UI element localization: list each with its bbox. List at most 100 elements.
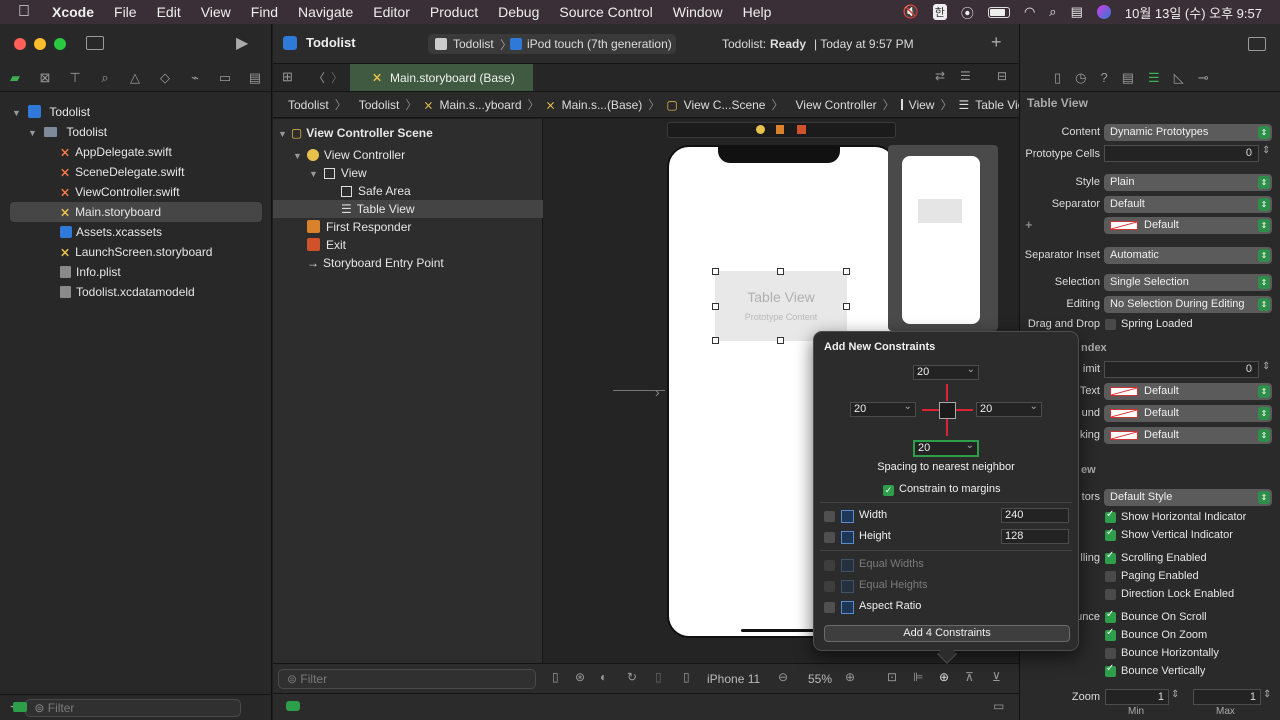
menu-editor[interactable]: Editor [373,4,410,20]
menu-help[interactable]: Help [743,4,772,20]
record-icon[interactable]: ⦿ [961,3,974,22]
inspector-toggle-icon[interactable] [1248,37,1266,51]
folder-icon[interactable]: ▰ [0,70,30,86]
filter-options-icon[interactable]: ⊜ [34,701,44,715]
run-icon[interactable]: ▶ [236,33,248,53]
split-editor-icon[interactable]: ⊟ [997,69,1007,83]
resize-handle[interactable] [712,268,719,275]
menu-debug[interactable]: Debug [498,4,539,20]
aspect-ratio-checkbox[interactable] [824,602,835,613]
navigator-filter-input[interactable]: ⊜ Filter [25,698,242,717]
file-inspector-icon[interactable]: ▯ [1054,70,1061,86]
resize-handle[interactable] [777,268,784,275]
apple-icon[interactable]:  [18,3,30,21]
grid-icon[interactable]: ⊞ [282,69,293,85]
align-icon[interactable]: ⊫ [913,670,923,684]
resize-handle[interactable] [712,303,719,310]
first-responder-icon[interactable] [776,125,784,134]
breadcrumb-item[interactable]: Todolist [359,98,400,112]
outline-scene[interactable]: ▼ ▢ View Controller Scene [273,124,543,142]
phone-icon[interactable]: ▯ [683,670,690,684]
separator-popup[interactable]: Default ⇕ [1104,196,1272,213]
bounce-v-checkbox[interactable] [1105,663,1116,677]
separator-color-popup[interactable]: Default ⇕ [1104,217,1272,234]
file-item[interactable]: Todolist.xcdatamodeld [0,282,272,302]
selection-popup[interactable]: Single Selection ⇕ [1104,274,1272,291]
index-limit-field[interactable]: 0 [1104,361,1259,378]
bounce-h-checkbox[interactable] [1105,648,1116,659]
report-icon[interactable]: ▤ [240,70,270,86]
file-item[interactable]: Info.plist [0,262,272,282]
exit-icon[interactable] [797,125,806,134]
top-spacing-field[interactable]: 20 [913,363,979,380]
menu-window[interactable]: Window [673,4,723,20]
zoom-window-button[interactable] [54,38,66,50]
file-item[interactable]: ⨯ ViewController.swift [0,182,272,202]
zoom-level[interactable]: 55% [808,672,832,686]
layout-icon[interactable]: ▯ [655,670,662,684]
top-pin-strut[interactable] [946,384,948,401]
content-popup[interactable]: Dynamic Prototypes ⇕ [1104,124,1272,141]
size-icon[interactable]: ◺ [1174,70,1184,86]
related-items-icon[interactable]: ⇄ [935,69,945,83]
add-constraints-icon[interactable]: ⊕ [939,670,949,684]
outline-view[interactable]: ▼ View [273,164,543,182]
stepper-icon[interactable]: ⇕ [1262,361,1270,372]
symbol-icon[interactable]: ⊤ [60,70,90,86]
breadcrumb-item[interactable]: Main.s...(Base) [562,98,643,112]
input-method-icon[interactable]: 한 [932,4,947,20]
resize-handle[interactable] [843,303,850,310]
siri-icon[interactable] [1096,5,1111,19]
breadcrumb-item[interactable]: Main.s...yboard [439,98,521,112]
style-popup[interactable]: Plain ⇕ [1104,174,1272,191]
index-tracking-popup[interactable]: Default ⇕ [1104,427,1272,444]
width-checkbox[interactable] [824,511,835,522]
issue-icon[interactable]: △ [120,70,150,86]
embed-in-icon[interactable]: ⊻ [992,670,1001,684]
battery-icon[interactable] [987,6,1010,18]
height-checkbox[interactable] [824,532,835,543]
menu-navigate[interactable]: Navigate [298,4,353,20]
index-bg-popup[interactable]: Default ⇕ [1104,405,1272,422]
outline-toggle-icon[interactable]: ▯ [552,670,559,684]
add-icon[interactable]: + [991,32,1002,53]
tree-group[interactable]: ▼ Todolist [0,122,272,142]
tab-main-storyboard[interactable]: ⨯ Main.storyboard (Base) [350,64,533,91]
width-field[interactable]: 240 [1001,508,1069,523]
file-item[interactable]: ⨯ LaunchScreen.storyboard [0,242,272,262]
prototype-cells-field[interactable]: 0 [1104,145,1259,162]
bottom-spacing-field[interactable]: 20 [913,439,979,457]
canvas-minimap[interactable] [888,145,998,331]
menu-app[interactable]: Xcode [52,4,94,20]
resize-handle[interactable] [777,337,784,344]
identity-icon[interactable]: ▤ [1122,70,1134,86]
connections-icon[interactable]: ⊸ [1198,70,1209,86]
debug-icon[interactable]: ⌁ [180,70,210,86]
scrolling-enabled-checkbox[interactable] [1105,550,1116,564]
editing-popup[interactable]: No Selection During Editing ⇕ [1104,296,1272,313]
file-item[interactable]: Assets.xcassets [0,222,272,242]
add-constraints-button[interactable]: Add 4 Constraints [824,625,1070,642]
height-field[interactable]: 128 [1001,529,1069,544]
resize-handle[interactable] [712,337,719,344]
breadcrumb-item[interactable]: Todolist [288,98,329,112]
left-spacing-field[interactable]: 20 [850,400,916,417]
close-window-button[interactable] [14,38,26,50]
add-variation-icon[interactable]: + [1025,217,1033,232]
outline-vc[interactable]: ▼ View Controller [273,146,543,164]
breadcrumb-item[interactable]: View [909,98,935,112]
menu-file[interactable]: File [114,4,137,20]
outline-filter-input[interactable]: ⊜ Filter [278,669,536,689]
zoom-max-field[interactable]: 1 [1193,689,1261,705]
equal-widths-checkbox[interactable] [824,560,835,571]
bounce-zoom-checkbox[interactable] [1105,627,1116,641]
index-text-popup[interactable]: Default ⇕ [1104,383,1272,400]
orientation-icon[interactable]: ↻ [627,670,637,684]
right-spacing-field[interactable]: 20 [976,400,1042,417]
resize-handle[interactable] [843,268,850,275]
outline-entry[interactable]: → Storyboard Entry Point [273,254,543,272]
left-pin-strut[interactable] [922,409,939,411]
device-config-label[interactable]: iPhone 11 [707,672,760,686]
forward-icon[interactable]: 〉 [331,69,343,86]
update-frames-icon[interactable]: ⊡ [887,670,897,684]
